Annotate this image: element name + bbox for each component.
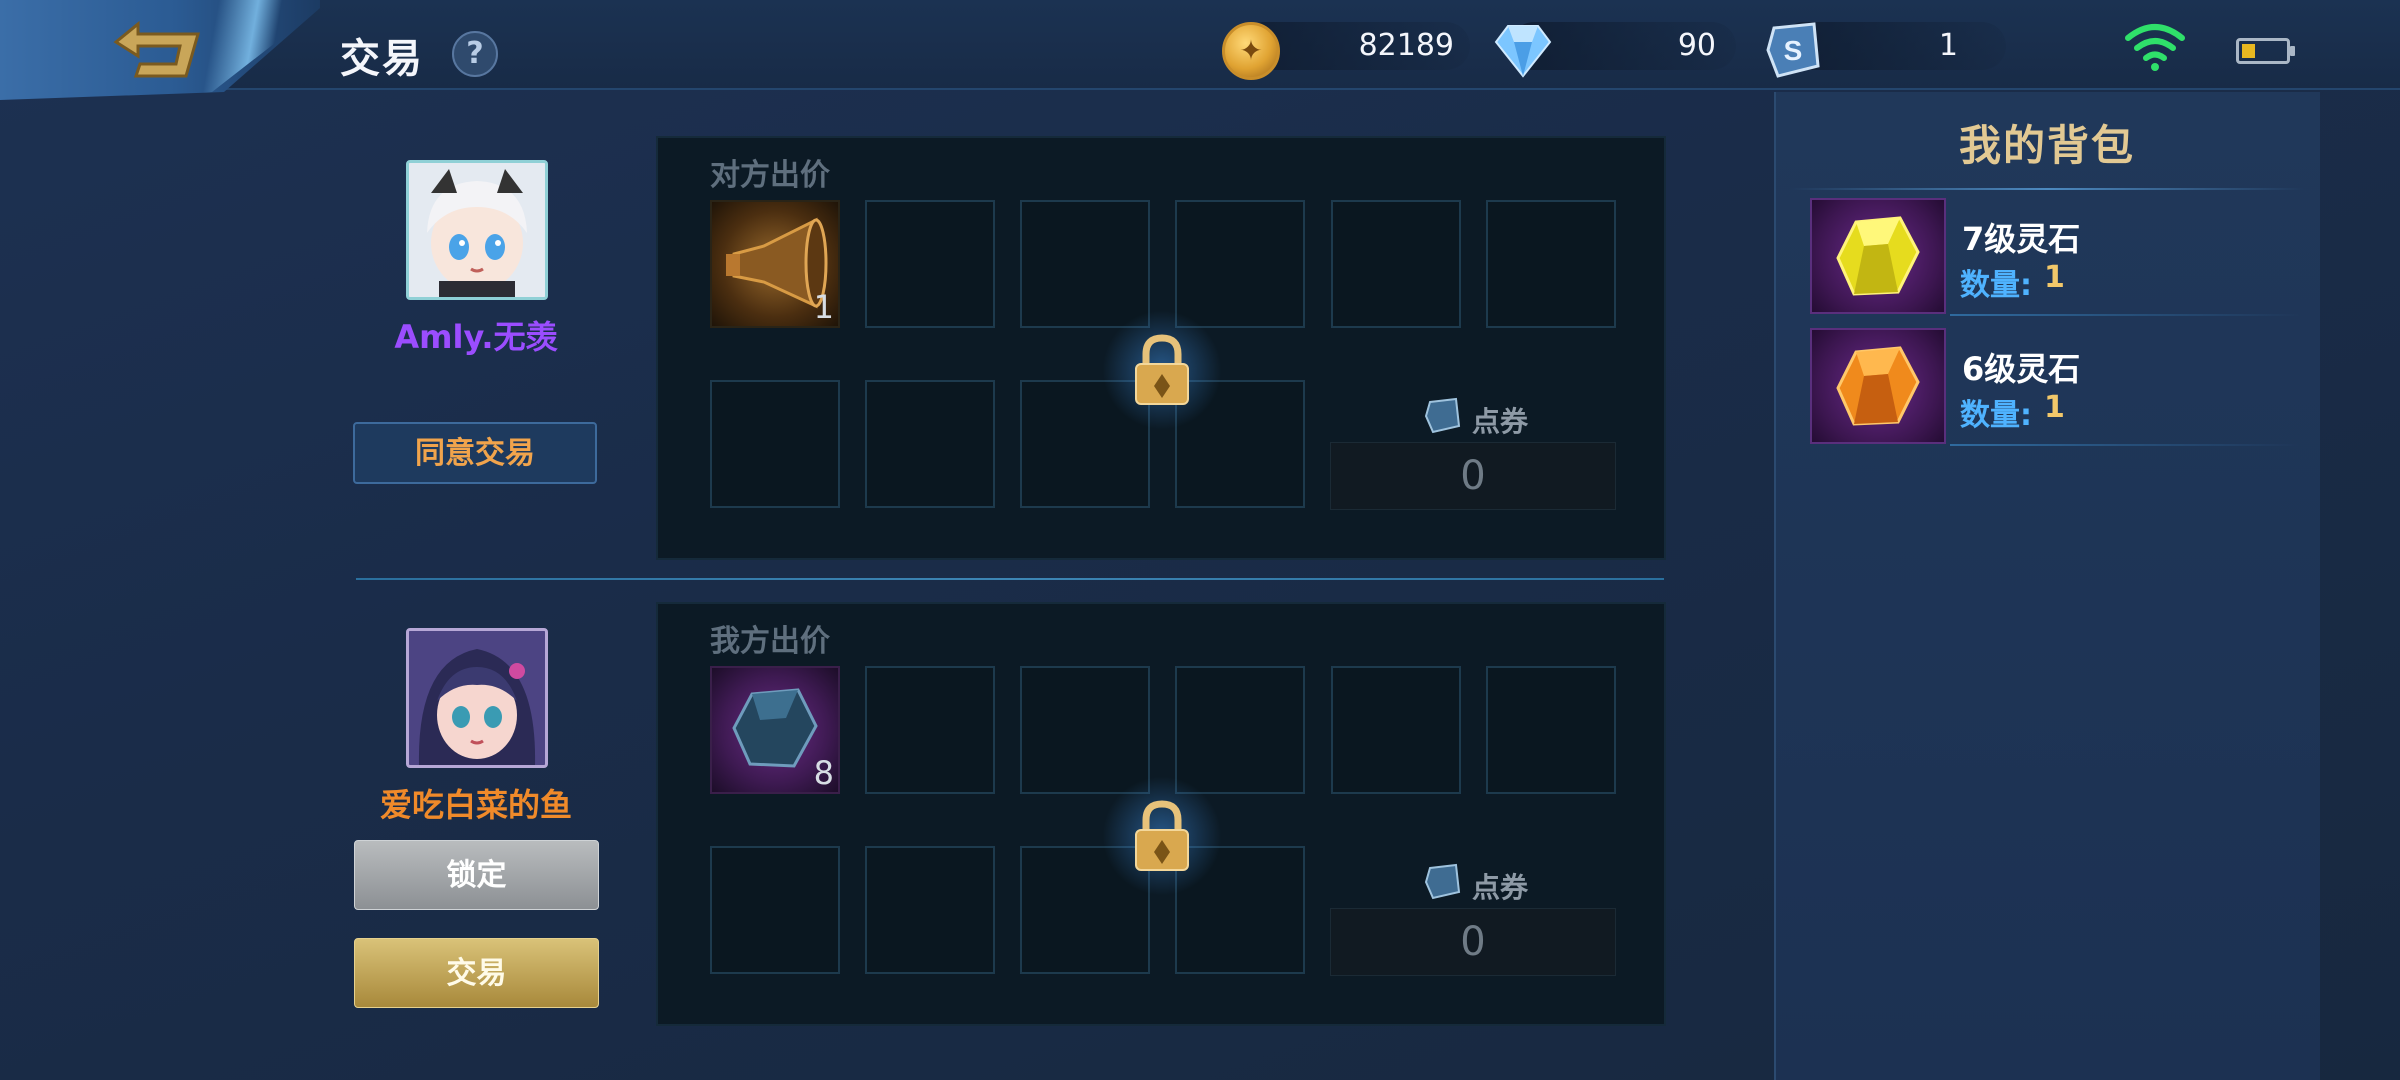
opponent-slot-8[interactable] (865, 380, 995, 508)
wifi-icon (2125, 24, 2185, 71)
item-count: 1 (813, 288, 834, 326)
lock-icon (1135, 800, 1189, 871)
my-portrait (409, 631, 545, 765)
backpack-item-1[interactable]: 7级灵石 数量: 1 (1810, 198, 2304, 316)
back-arrow-icon[interactable] (108, 14, 208, 84)
diamond-amount: 90 (1677, 28, 1716, 63)
opponent-slot-6[interactable] (1486, 200, 1616, 328)
voucher-small-icon (1424, 863, 1461, 900)
my-name: 爱吃白菜的鱼 (379, 786, 572, 824)
voucher-amount: 1 (1938, 28, 1958, 63)
backpack-item-qty-label: 数量: (1960, 398, 2032, 433)
opponent-avatar[interactable] (406, 160, 548, 300)
my-slot-8[interactable] (865, 846, 995, 974)
spirit-stone-7-icon (1810, 198, 1946, 314)
opponent-slot-1[interactable]: 1 (710, 200, 840, 328)
spirit-stone-6-icon (1810, 328, 1946, 444)
backpack-item-separator (1950, 444, 2300, 446)
gold-coin-icon: ✦ (1222, 22, 1280, 80)
page-title: 交易 (340, 36, 424, 82)
lock-button[interactable]: 锁定 (354, 840, 599, 910)
help-icon[interactable]: ? (452, 31, 498, 77)
backpack-item-qty: 1 (2044, 390, 2065, 425)
backpack-item-qty-label: 数量: (1960, 268, 2032, 303)
opponent-voucher-value: 0 (1330, 442, 1616, 510)
my-slot-7[interactable] (710, 846, 840, 974)
voucher-small-icon (1424, 397, 1461, 434)
battery-level (2242, 44, 2255, 58)
my-slot-3[interactable] (1020, 666, 1150, 794)
backpack-item-name: 7级灵石 (1962, 220, 2081, 258)
backpack-title: 我的背包 (1958, 121, 2135, 170)
panel-divider (356, 578, 1664, 580)
my-voucher-label: 点券 (1472, 871, 1529, 904)
backpack-item-separator (1950, 314, 2300, 316)
opponent-slot-2[interactable] (865, 200, 995, 328)
backpack-divider (1790, 188, 2304, 190)
diamond-icon (1494, 25, 1552, 78)
backpack-item-qty: 1 (2044, 260, 2065, 295)
my-offer-title: 我方出价 (710, 624, 830, 659)
battery-icon (2236, 38, 2295, 64)
backpack-item-name: 6级灵石 (1962, 350, 2081, 388)
lock-icon (1135, 334, 1189, 405)
item-count: 8 (813, 754, 834, 792)
opponent-offer-title: 对方出价 (710, 158, 830, 193)
backpack-item-2[interactable]: 6级灵石 数量: 1 (1810, 328, 2304, 446)
trade-button[interactable]: 交易 (354, 938, 599, 1008)
opponent-portrait (409, 163, 545, 297)
my-avatar[interactable] (406, 628, 548, 768)
opponent-slot-4[interactable] (1175, 200, 1305, 328)
my-voucher-value: 0 (1330, 908, 1616, 976)
opponent-name: Amly.无羡 (394, 318, 558, 356)
voucher-icon: S (1766, 22, 1820, 78)
my-slot-2[interactable] (865, 666, 995, 794)
opponent-voucher-label: 点券 (1472, 405, 1529, 438)
my-slot-6[interactable] (1486, 666, 1616, 794)
opponent-slot-3[interactable] (1020, 200, 1150, 328)
my-slot-5[interactable] (1331, 666, 1461, 794)
gold-amount: 82189 (1358, 28, 1454, 63)
my-slot-4[interactable] (1175, 666, 1305, 794)
agree-trade-button[interactable]: 同意交易 (353, 422, 597, 484)
svg-text:S: S (1784, 35, 1803, 66)
my-slot-1[interactable]: 8 (710, 666, 840, 794)
opponent-slot-5[interactable] (1331, 200, 1461, 328)
opponent-slot-7[interactable] (710, 380, 840, 508)
